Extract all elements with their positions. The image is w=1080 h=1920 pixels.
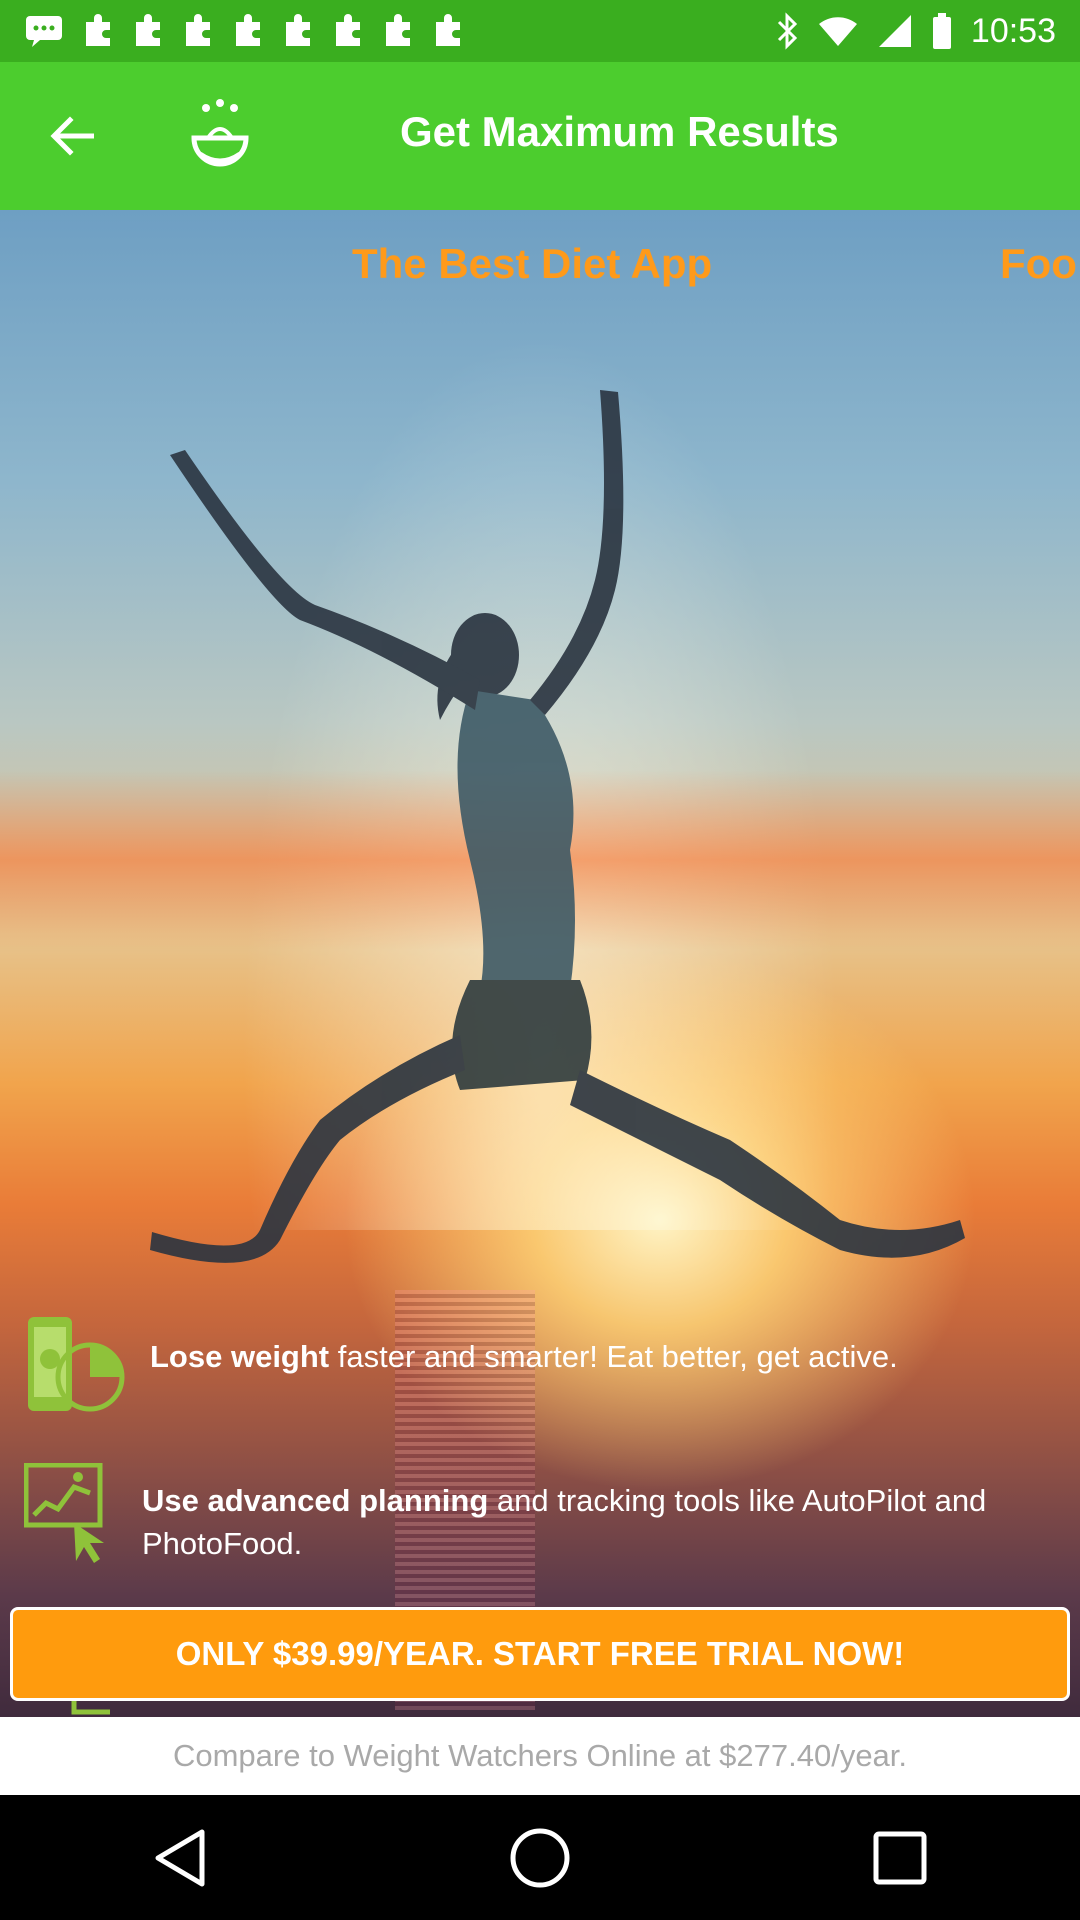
feature-rest: faster and smarter! Eat better, get acti… [329,1339,898,1374]
puzzle-icon [332,14,364,48]
phone-pie-chart-icon [24,1315,126,1415]
home-circle-icon [510,1828,570,1887]
puzzle-icon [82,14,114,48]
feature-text: Lose weight faster and smarter! Eat bett… [150,1335,898,1415]
puzzle-icon [282,14,314,48]
feature-bold: Lose weight [150,1339,330,1374]
price-comparison-text: Compare to Weight Watchers Online at $27… [0,1717,1080,1795]
nav-back-button[interactable] [130,1808,230,1908]
puzzle-icon [232,14,264,48]
nav-home-button[interactable] [490,1808,590,1908]
page-title: Get Maximum Results [400,108,839,155]
feature-text: Use advanced planning and tracking tools… [142,1479,1062,1565]
slide-title: The Best Diet App [352,240,713,287]
puzzle-icon [382,14,414,48]
nav-recents-button[interactable] [850,1808,950,1908]
wifi-icon [817,14,859,48]
next-slide-title-peek: Foo [1000,240,1077,287]
signal-icon [877,13,913,49]
status-time: 10:53 [970,11,1056,50]
feature-item-lose-weight: Lose weight faster and smarter! Eat bett… [0,1315,1080,1415]
system-icons: 10:53 [775,12,1056,51]
back-triangle-icon [155,1829,205,1886]
puzzle-icon [432,14,464,48]
app-logo-icon [186,98,254,170]
puzzle-icon [132,14,164,48]
system-nav-bar [0,1795,1080,1920]
bluetooth-icon [775,12,799,50]
notification-icons [24,14,464,48]
app-bar: Get Maximum Results [0,62,1080,210]
planning-runner-icon [23,1462,116,1565]
battery-icon [931,12,953,50]
status-bar: 10:53 [0,0,1080,62]
hero-carousel[interactable]: The Best Diet App Foo Lose weight faster… [0,210,1080,1717]
feature-item-planning: Use advanced planning and tracking tools… [0,1462,1080,1565]
chat-icon [24,14,64,48]
back-arrow-icon [50,116,94,156]
feature-bold: Use advanced planning [142,1483,489,1518]
back-button[interactable] [36,104,108,168]
start-free-trial-button[interactable]: ONLY $39.99/YEAR. START FREE TRIAL NOW! [10,1607,1070,1701]
jumping-woman-image [150,390,965,1263]
recents-square-icon [873,1831,927,1884]
puzzle-icon [182,14,214,48]
